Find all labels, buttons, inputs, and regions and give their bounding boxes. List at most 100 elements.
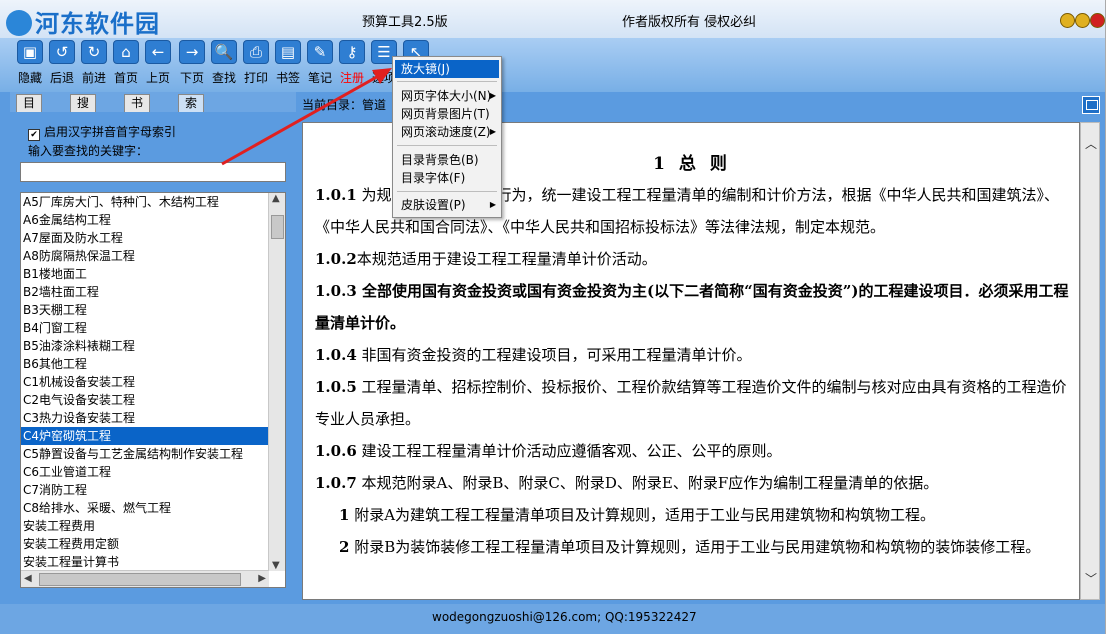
home-icon: ⌂ bbox=[113, 40, 139, 64]
toolbar-button-back-arrow[interactable]: ↺ 后退 bbox=[46, 40, 78, 86]
eye-icon: ▣ bbox=[17, 40, 43, 64]
doc-scroll-up-icon[interactable]: ︿ bbox=[1085, 135, 1097, 152]
toolbar-button-home[interactable]: ⌂ 首页 bbox=[110, 40, 142, 86]
scroll-left-icon[interactable]: ◀ bbox=[24, 573, 32, 584]
document-paragraph: 1.0.7 本规范附录A、附录B、附录C、附录D、附录E、附录F应作为编制工程量… bbox=[315, 467, 1075, 499]
doc-scroll-down-icon[interactable]: ﹀ bbox=[1085, 570, 1097, 587]
menu-item-background-image[interactable]: 网页背景图片(T) bbox=[395, 105, 499, 123]
list-item[interactable]: 安装工程费用 bbox=[21, 517, 269, 535]
list-item[interactable]: C6工业管道工程 bbox=[21, 463, 269, 481]
keyword-label: 输入要查找的关键字： bbox=[28, 144, 149, 158]
document-paragraph: 1.0.2本规范适用于建设工程工程量清单计价活动。 bbox=[315, 243, 1075, 275]
left-panel: 目录 搜索 书签 索引 ✔ 启用汉字拼音首字母索引 输入要查找的关键字： A5厂库… bbox=[10, 92, 296, 604]
list-item[interactable]: B4门窗工程 bbox=[21, 319, 269, 337]
menu-item-directory-bgcolor[interactable]: 目录背景色(B) bbox=[395, 151, 499, 169]
clause-number: 1.0.1 bbox=[315, 186, 357, 204]
tab-search[interactable]: 搜索 bbox=[70, 94, 97, 127]
list-item[interactable]: C2电气设备安装工程 bbox=[21, 391, 269, 409]
toolbar-button-forward-arrow[interactable]: ↻ 前进 bbox=[78, 40, 110, 86]
tab-index[interactable]: 索引 bbox=[178, 94, 205, 127]
menu-item-font-size-label: 网页字体大小(N) bbox=[401, 89, 492, 103]
menu-item-skin-label: 皮肤设置(P) bbox=[401, 198, 466, 212]
submenu-arrow-icon: ▶ bbox=[489, 127, 496, 136]
tab-contents[interactable]: 目录 bbox=[16, 94, 43, 127]
forward-arrow-icon: ↻ bbox=[81, 40, 107, 64]
close-button[interactable] bbox=[1090, 13, 1105, 28]
tab-bookmarks[interactable]: 书签 bbox=[124, 94, 151, 127]
toolbar-button-search[interactable]: 🔍 查找 bbox=[208, 40, 240, 86]
print-icon: ⎙ bbox=[243, 40, 269, 64]
list-item[interactable]: B2墙柱面工程 bbox=[21, 283, 269, 301]
pinyin-index-label: 启用汉字拼音首字母索引 bbox=[44, 125, 177, 139]
list-item[interactable]: C4炉窑砌筑工程 bbox=[21, 427, 269, 445]
toolbar-button-bookmark[interactable]: ▤ 书签 bbox=[272, 40, 304, 86]
clause-text: 附录A为建筑工程工程量清单项目及计算规则，适用于工业与民用建筑物和构筑物工程。 bbox=[349, 506, 936, 524]
menu-separator bbox=[397, 191, 497, 192]
bookmark-icon: ▤ bbox=[275, 40, 301, 64]
background-window-edge bbox=[1105, 0, 1113, 634]
toolbar-button-key[interactable]: ⚷ 注册 bbox=[336, 40, 368, 86]
toolbar-label: 隐藏 bbox=[17, 71, 42, 85]
clause-text: 建设工程工程量清单计价活动应遵循客观、公正、公平的原则。 bbox=[356, 442, 782, 460]
list-item[interactable]: A8防腐隔热保温工程 bbox=[21, 247, 269, 265]
index-list[interactable]: A5厂库房大门、特种门、木结构工程 A6金属结构工程 A7屋面及防水工程 A8防腐隔热… bbox=[20, 192, 286, 588]
list-item[interactable]: C1机械设备安装工程 bbox=[21, 373, 269, 391]
back-arrow-icon: ↺ bbox=[49, 40, 75, 64]
scroll-up-icon[interactable]: ▲ bbox=[272, 193, 280, 204]
clause-text: 非国有资金投资的工程建设项目，可采用工程量清单计价。 bbox=[356, 346, 752, 364]
list-item[interactable]: B5油漆涂料裱糊工程 bbox=[21, 337, 269, 355]
list-item[interactable]: A6金属结构工程 bbox=[21, 211, 269, 229]
list-item[interactable]: C3热力设备安装工程 bbox=[21, 409, 269, 427]
list-horizontal-scrollbar[interactable]: ◀ ▶ bbox=[21, 570, 269, 587]
list-item[interactable]: A7屋面及防水工程 bbox=[21, 229, 269, 247]
previous-page-icon: ← bbox=[145, 40, 171, 64]
clause-number: 1.0.6 bbox=[315, 442, 357, 460]
menu-item-directory-font[interactable]: 目录字体(F) bbox=[395, 169, 499, 187]
search-icon: 🔍 bbox=[211, 40, 237, 64]
list-item[interactable]: C7消防工程 bbox=[21, 481, 269, 499]
list-item[interactable]: A5厂库房大门、特种门、木结构工程 bbox=[21, 193, 269, 211]
toolbar-button-next-page[interactable]: → 下页 bbox=[176, 40, 208, 86]
panel-toggle-icon bbox=[1086, 100, 1098, 110]
toolbar-label: 打印 bbox=[243, 71, 268, 85]
document-paragraph: 1 附录A为建筑工程工程量清单项目及计算规则，适用于工业与民用建筑物和构筑物工程… bbox=[315, 499, 1079, 531]
document-paragraph: 1.0.4 非国有资金投资的工程建设项目，可采用工程量清单计价。 bbox=[315, 339, 1075, 371]
hscrollbar-thumb[interactable] bbox=[39, 573, 241, 586]
maximize-button[interactable] bbox=[1075, 13, 1090, 28]
menu-item-scroll-speed[interactable]: 网页滚动速度(Z) ▶ bbox=[395, 123, 499, 141]
toolbar: ▣ 隐藏 ↺ 后退 ↻ 前进 ⌂ 首页 ← 上页 → 下页 🔍 查找 ⎙ 打印 ▤ 书签 ✎ 笔记 ⚷ 注册 ☰ 选项 ↖ bbox=[0, 38, 1105, 92]
clause-text: 附录B为装饰装修工程工程量清单项目及计算规则，适用于工业与民用建筑物和构筑物的装… bbox=[349, 538, 1041, 556]
scroll-right-icon[interactable]: ▶ bbox=[258, 573, 266, 584]
clause-text: 工程量清单、招标控制价、投标报价、工程价款结算等工程造价文件的编制与核对应由具有… bbox=[315, 378, 1067, 428]
list-item[interactable]: B3天棚工程 bbox=[21, 301, 269, 319]
list-vertical-scrollbar[interactable]: ▲ ▼ bbox=[268, 193, 285, 571]
list-item[interactable]: 安装工程量计算书 bbox=[21, 553, 269, 571]
clause-number: 2 bbox=[339, 538, 350, 556]
toolbar-button-print[interactable]: ⎙ 打印 bbox=[240, 40, 272, 86]
document-paragraph: 2 附录B为装饰装修工程工程量清单项目及计算规则，适用于工业与民用建筑物和构筑物… bbox=[315, 531, 1079, 563]
toolbar-label: 首页 bbox=[113, 71, 138, 85]
list-item[interactable]: C5静置设备与工艺金属结构制作安装工程 bbox=[21, 445, 269, 463]
toolbar-label: 前进 bbox=[81, 71, 106, 85]
list-item[interactable]: 安装工程费用定额 bbox=[21, 535, 269, 553]
menu-item-skin-settings[interactable]: 皮肤设置(P) ▶ bbox=[395, 196, 499, 214]
list-item[interactable]: B6其他工程 bbox=[21, 355, 269, 373]
pinyin-index-checkbox[interactable]: ✔ 启用汉字拼音首字母索引 bbox=[28, 123, 176, 141]
toolbar-button-eye[interactable]: ▣ 隐藏 bbox=[14, 40, 46, 86]
minimize-button[interactable] bbox=[1060, 13, 1075, 28]
panel-toggle-button[interactable] bbox=[1082, 96, 1100, 114]
menu-item-font-size[interactable]: 网页字体大小(N) ▶ bbox=[395, 87, 499, 105]
document-scrollbar[interactable]: ︿ ﹀ bbox=[1080, 122, 1100, 600]
toolbar-button-note[interactable]: ✎ 笔记 bbox=[304, 40, 336, 86]
scroll-down-icon[interactable]: ▼ bbox=[272, 560, 280, 571]
list-item[interactable]: B1楼地面工 bbox=[21, 265, 269, 283]
list-item[interactable]: C8给排水、采暖、燃气工程 bbox=[21, 499, 269, 517]
site-logo: 河东软件园 bbox=[6, 4, 160, 39]
scrollbar-thumb[interactable] bbox=[271, 215, 284, 239]
keyword-input[interactable] bbox=[20, 162, 286, 182]
menu-separator bbox=[397, 81, 497, 82]
document-paragraph: 1.0.3 全部使用国有资金投资或国有资金投资为主(以下二者简称“国有资金投资”… bbox=[315, 275, 1075, 339]
menu-item-magnifier[interactable]: 放大镜(J) bbox=[395, 60, 499, 78]
toolbar-button-previous-page[interactable]: ← 上页 bbox=[142, 40, 174, 86]
title-bar: 河东软件园 预算工具2.5版 作者版权所有 侵权必纠 bbox=[0, 0, 1105, 38]
